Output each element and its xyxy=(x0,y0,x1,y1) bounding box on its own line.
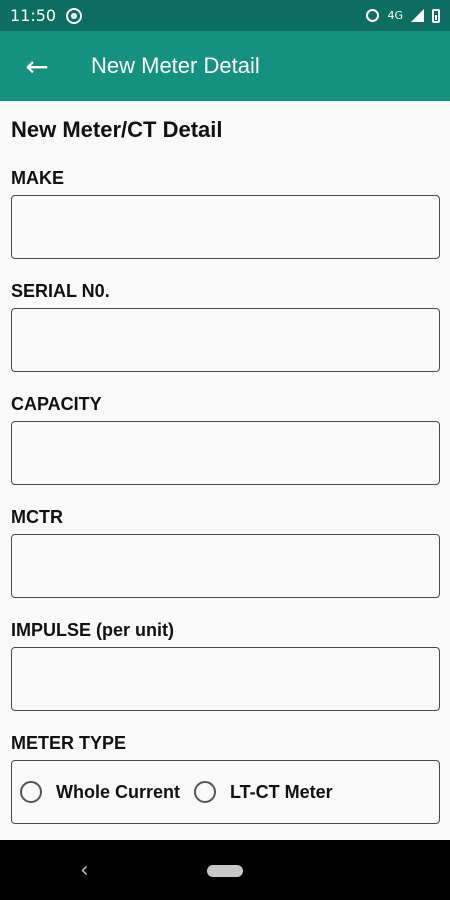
app-bar: ← New Meter Detail xyxy=(0,31,450,101)
data-saver-icon xyxy=(66,7,83,24)
meter-type-label: METER TYPE xyxy=(11,733,127,753)
radio-label: LT-CT Meter xyxy=(230,781,333,802)
status-time: 11:50 xyxy=(10,6,57,25)
impulse-label: IMPULSE (per unit) xyxy=(11,620,174,640)
mctr-label: MCTR xyxy=(11,507,63,527)
network-type: 4G xyxy=(387,9,403,22)
serial-label: SERIAL N0. xyxy=(11,281,110,301)
home-pill-icon[interactable] xyxy=(207,865,243,877)
impulse-input[interactable] xyxy=(12,648,439,710)
radio-lt-ct-meter[interactable]: LT-CT Meter xyxy=(194,781,333,803)
radio-unchecked-icon[interactable] xyxy=(20,781,42,803)
signal-icon xyxy=(411,9,424,22)
alarm-icon xyxy=(366,9,380,22)
page-title: New Meter/CT Detail xyxy=(11,117,223,142)
make-input[interactable] xyxy=(12,196,439,258)
radio-label: Whole Current xyxy=(56,781,180,802)
impulse-field[interactable] xyxy=(11,647,440,711)
serial-field[interactable] xyxy=(11,308,440,372)
capacity-label: CAPACITY xyxy=(11,394,102,414)
status-icons: 4G xyxy=(366,0,440,31)
nav-back-icon[interactable]: ‹ xyxy=(80,858,89,883)
make-label: MAKE xyxy=(11,168,64,188)
radio-whole-current[interactable]: Whole Current xyxy=(20,781,180,803)
battery-icon xyxy=(432,8,440,23)
radio-unchecked-icon[interactable] xyxy=(194,781,216,803)
meter-type-group: Whole Current LT-CT Meter xyxy=(11,760,440,824)
mctr-field[interactable] xyxy=(11,534,440,598)
capacity-field[interactable] xyxy=(11,421,440,485)
system-nav-bar: ‹ xyxy=(0,840,450,900)
capacity-input[interactable] xyxy=(12,422,439,484)
mctr-input[interactable] xyxy=(12,535,439,597)
serial-input[interactable] xyxy=(12,309,439,371)
app-bar-title: New Meter Detail xyxy=(91,53,260,78)
make-field[interactable] xyxy=(11,195,440,259)
back-arrow-icon: ← xyxy=(25,49,49,83)
back-button[interactable]: ← xyxy=(12,41,62,91)
status-bar: 11:50 4G xyxy=(0,0,450,31)
